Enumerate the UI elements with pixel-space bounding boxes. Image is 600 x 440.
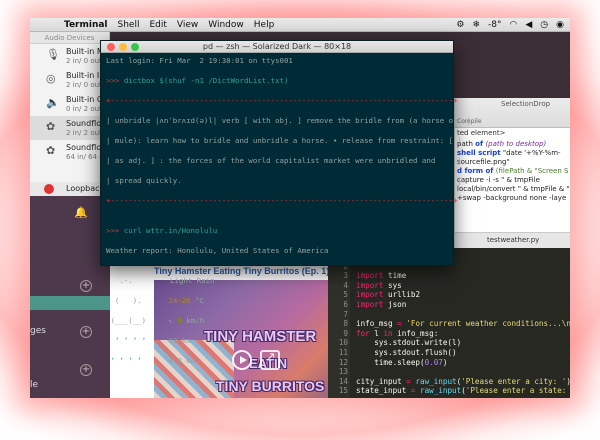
menu-edit[interactable]: Edit — [149, 20, 166, 30]
wifi-icon[interactable]: ◠ — [510, 20, 518, 30]
file-tab-label: testweather.py — [487, 236, 540, 244]
weather-row: ‘ ‘ ‘ ‘ 13 km — [106, 336, 191, 345]
weather-row: ‘ ‘ ‘ ‘ 0.3 mm — [106, 356, 196, 365]
screen: Terminal Shell Edit View Window Help ⚙ ❄… — [30, 18, 570, 398]
script-editor-window: SelectionDrop Compile ted element> path … — [454, 98, 570, 248]
command: curl wttr.in/Honolulu — [123, 226, 218, 235]
weather-row: .-. Light Rain — [106, 276, 215, 285]
audio-device-item[interactable]: ◎ Built-in Inp 2 in/ 0 out — [30, 68, 109, 92]
audio-devices-title: Audio Devices — [30, 32, 109, 44]
temperature-range: 24-26 — [168, 296, 191, 305]
close-button[interactable] — [107, 43, 115, 51]
menu-app-terminal[interactable]: Terminal — [64, 20, 108, 30]
visibility: 13 km — [168, 336, 191, 345]
script-line: path of (path to desktop) — [457, 140, 547, 148]
script-line: shell script "date '+%Y-%m- — [457, 149, 561, 157]
script-editor-toolbar: SelectionDrop Compile — [455, 98, 570, 128]
device-status: 2 in/ 0 out — [66, 57, 102, 65]
script-code[interactable]: path of (path to desktop) shell script "… — [457, 140, 570, 203]
dict-border: +---------------------------------------… — [106, 96, 458, 105]
wind-unit: km/h — [186, 316, 205, 325]
audio-device-item[interactable]: ✿ Soundflow 2 in/ 2 out — [30, 116, 109, 140]
terminal-window[interactable]: pd — zsh — Solarized Dark — 80×18 Last l… — [100, 40, 471, 365]
loopback-label: Loopback — [66, 184, 105, 193]
script-line: local/bin/convert " & tmpFile & " — [457, 185, 570, 193]
dict-line: | mule): learn how to bridle and unbridl… — [106, 136, 462, 145]
terminal-output[interactable]: Last login: Fri Mar 2 19:38:01 on ttys00… — [101, 53, 471, 379]
weather-icon[interactable]: ❄ — [472, 20, 480, 30]
script-line: sourcefile.png" — [457, 158, 510, 166]
weather-condition: Light Rain — [170, 276, 215, 285]
sidebar-label-messages: ges — [30, 326, 46, 336]
overlay-line-3: TINY BURRITOS — [216, 378, 325, 394]
messaging-sidebar: 🔔 + + ges + le — [30, 196, 110, 398]
dict-border: +---------------------------------------… — [106, 196, 458, 205]
line-number: 15 — [338, 386, 348, 396]
login-line: Last login: Fri Mar 2 19:38:01 on ttys00… — [106, 56, 293, 65]
soundflower-icon: ✿ — [46, 120, 56, 133]
volume-icon[interactable]: ◀ — [525, 20, 532, 30]
code-line[interactable]: state_input = raw_input('Please enter a … — [356, 386, 570, 395]
status-area: ⚙ ❄ -8° ◠ ◀ ◷ ◉ — [448, 18, 564, 32]
active-channel[interactable] — [30, 296, 110, 310]
scripts-icon[interactable]: ⚙ — [456, 20, 464, 30]
menu-view[interactable]: View — [177, 20, 198, 30]
weather-row: (___(__) ↖ 9 km/h — [106, 316, 205, 325]
wind-speed: 9 — [177, 316, 182, 325]
input-icon: ◎ — [46, 72, 56, 85]
audio-device-item[interactable]: 🎙 Built-in Mi 2 in/ 0 out — [30, 44, 109, 68]
time-machine-icon[interactable]: ◷ — [540, 20, 548, 30]
device-status: 2 in/ 2 out — [66, 129, 102, 137]
add-app-icon[interactable]: + — [80, 364, 92, 376]
weather-report: Weather report: Honolulu, United States … — [106, 246, 329, 255]
file-tab[interactable]: testweather.py — [455, 232, 570, 248]
zoom-button[interactable] — [131, 43, 139, 51]
audio-device-item[interactable]: 🔈 Built-in Ou 0 in/ 2 out — [30, 92, 109, 116]
minimize-button[interactable] — [119, 43, 127, 51]
bell-icon[interactable]: 🔔 — [74, 206, 88, 219]
loopback-item[interactable]: Loopback — [30, 182, 110, 196]
command-line: >>> curl wttr.in/Honolulu — [106, 226, 448, 236]
add-message-icon[interactable]: + — [80, 326, 92, 338]
prompt: >>> — [106, 76, 120, 85]
command: dictbox $(shuf -n1 /DictWordList.txt) — [123, 76, 289, 85]
window-title: SelectionDrop — [501, 100, 551, 108]
temperature[interactable]: -8° — [488, 20, 501, 30]
element-selector[interactable]: ted element> — [457, 129, 505, 137]
device-status: 2 in/ 0 out — [66, 81, 102, 89]
menu-window[interactable]: Window — [208, 20, 244, 30]
dict-line: | unbridle |ʌnˈbrʌɪd(ə)l| verb [ with ob… — [106, 116, 471, 125]
temperature-unit: °C — [195, 296, 205, 305]
speaker-icon: 🔈 — [46, 96, 60, 109]
device-status: 0 in/ 2 out — [66, 105, 102, 113]
soundflower-icon: ✿ — [46, 144, 56, 157]
terminal-titlebar[interactable]: pd — zsh — Solarized Dark — 80×18 — [101, 41, 453, 53]
weather-row: ( ). 24-26 °C — [106, 296, 205, 305]
menu-help[interactable]: Help — [254, 20, 275, 30]
loopback-icon — [44, 184, 54, 194]
script-line: d form of (filePath & "Screen S — [457, 167, 569, 175]
microphone-icon: 🎙 — [46, 48, 60, 61]
dict-line: | spread quickly. | — [106, 176, 462, 185]
dict-line: | as adj. ] : the forces of the world ca… — [106, 156, 462, 165]
menubar: Terminal Shell Edit View Window Help ⚙ ❄… — [30, 18, 570, 32]
add-channel-icon[interactable]: + — [80, 280, 92, 292]
menu-shell[interactable]: Shell — [118, 20, 140, 30]
siri-icon[interactable]: ◉ — [556, 20, 564, 30]
precipitation: 0.3 mm — [168, 356, 196, 365]
command-line: >>> dictbox $(shuf -n1 /DictWordList.txt… — [106, 76, 448, 86]
audio-device-item[interactable]: ✿ Soundflow 64 in/ 64 out — [30, 140, 111, 164]
script-line: capture -i -s " & tmpFile — [457, 176, 540, 184]
sidebar-label-people: le — [30, 380, 39, 390]
terminal-title: pd — zsh — Solarized Dark — 80×18 — [202, 42, 352, 51]
wind-arrow-icon: ↖ — [168, 316, 173, 325]
audio-devices-window: Audio Devices 🎙 Built-in Mi 2 in/ 0 out … — [30, 32, 111, 200]
prompt: >>> — [106, 226, 120, 235]
script-line: +swap -background none -laye — [457, 194, 567, 202]
